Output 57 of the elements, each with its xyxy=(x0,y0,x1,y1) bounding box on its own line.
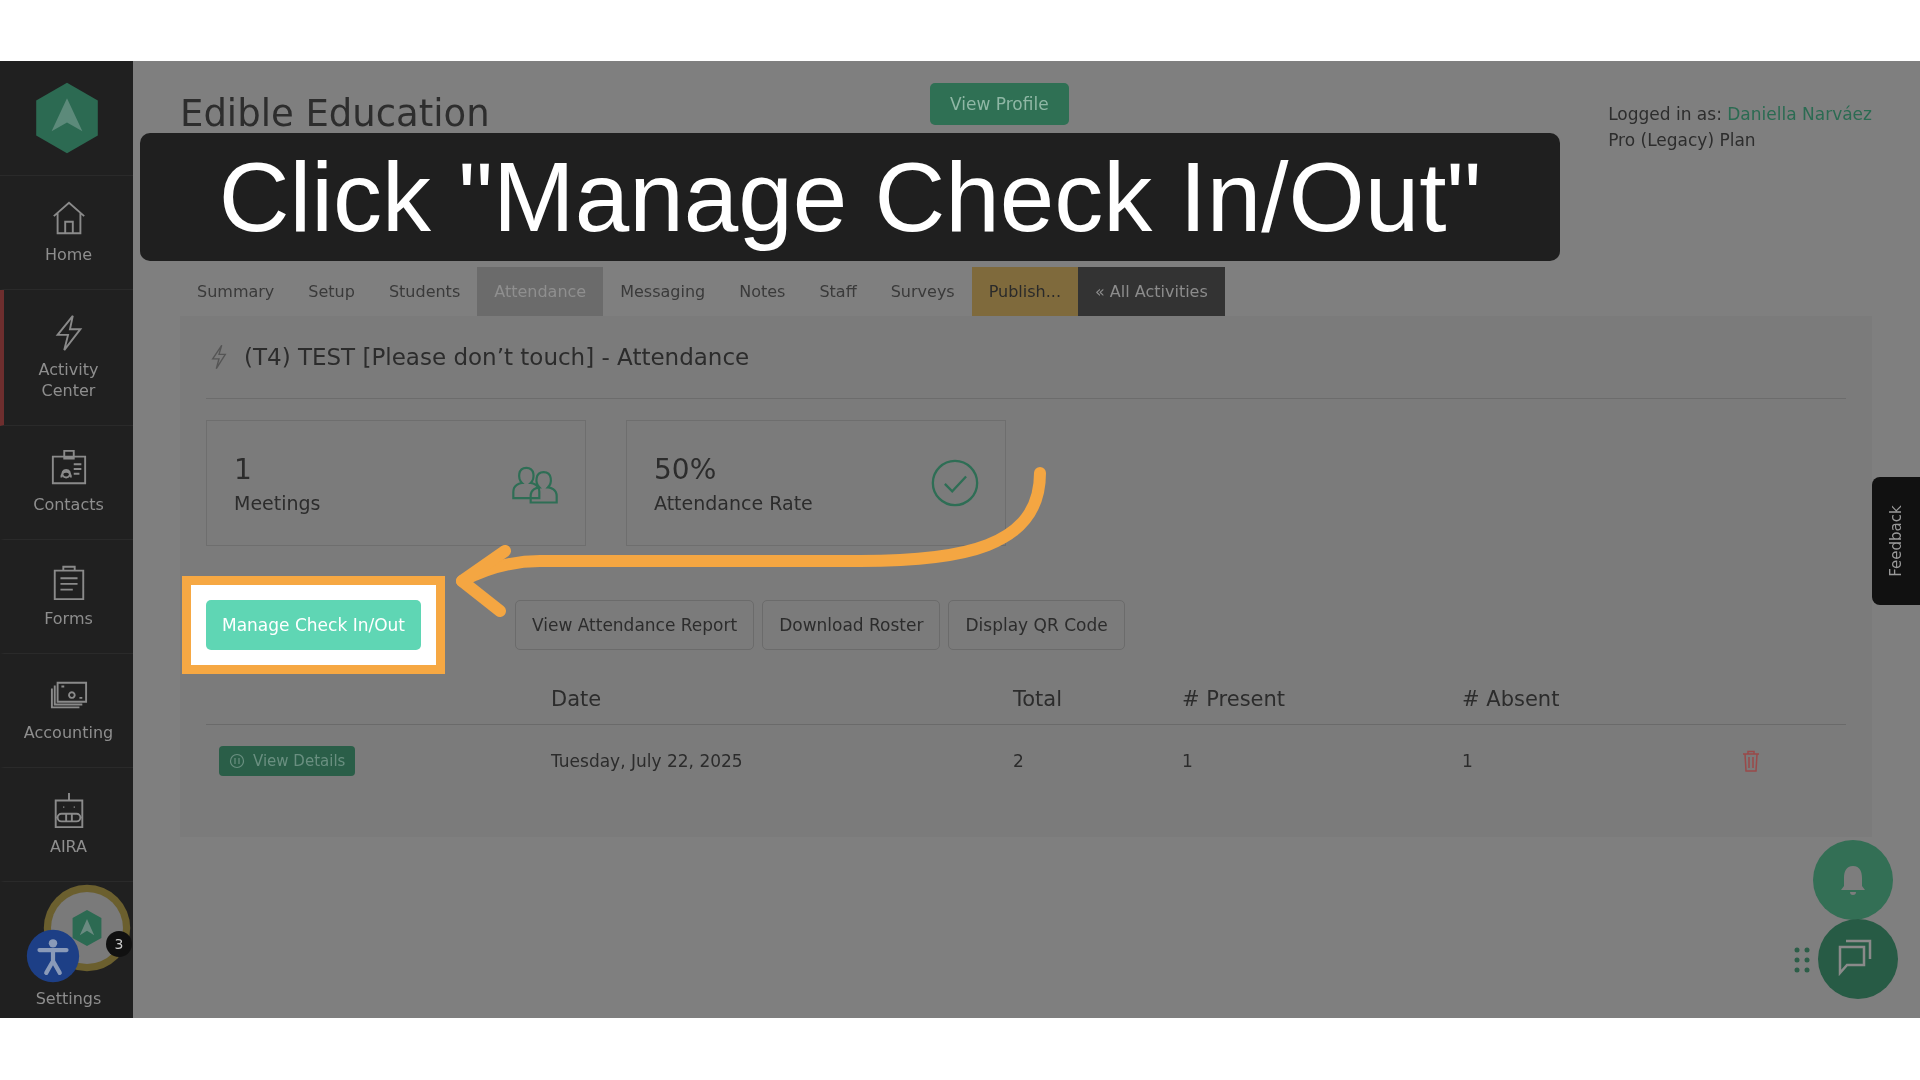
caption-text: Click "Manage Check In/Out" xyxy=(218,140,1482,254)
tab[interactable]: Notes xyxy=(722,267,803,316)
action-button[interactable]: Display QR Code xyxy=(948,600,1125,650)
check-circle-icon xyxy=(929,459,981,507)
sidebar-label: AIRA xyxy=(48,837,89,858)
stat-value: 1 xyxy=(234,452,253,486)
column-header: # Present xyxy=(1182,687,1287,711)
trash-icon[interactable] xyxy=(1742,750,1760,772)
plan-text: Pro (Legacy) Plan xyxy=(1608,129,1757,152)
sidebar-label: Contacts xyxy=(32,495,105,516)
bell-button-icon[interactable] xyxy=(1811,838,1895,922)
sidebar-item[interactable]: Forms xyxy=(0,540,133,654)
tab[interactable]: « All Activities xyxy=(1078,267,1225,316)
sidebar-item[interactable]: Accounting xyxy=(0,654,133,768)
tab[interactable]: Summary xyxy=(180,267,292,316)
tab[interactable]: Publish... xyxy=(971,267,1078,316)
logged-in-text: Logged in as: Daniella Narváez xyxy=(1608,103,1872,126)
stat-value: 50% xyxy=(654,452,718,486)
view-profile-button[interactable]: View Profile xyxy=(930,83,1069,125)
tab[interactable]: Staff xyxy=(802,267,874,316)
tab[interactable]: Setup xyxy=(291,267,372,316)
chat-button-icon[interactable] xyxy=(1816,917,1900,1001)
grip-icon[interactable] xyxy=(1794,947,1810,973)
sidebar-item[interactable]: Settings xyxy=(0,985,133,1018)
stat-label: Meetings xyxy=(234,491,321,514)
stat-label: Attendance Rate xyxy=(654,491,813,514)
lightning-icon xyxy=(210,344,228,370)
accessibility-icon[interactable] xyxy=(26,929,80,983)
sidebar-label: Settings xyxy=(34,989,103,1010)
sidebar-label: Home xyxy=(43,245,94,266)
sidebar-item[interactable]: Contacts xyxy=(0,426,133,540)
sidebar-label: Activity Center xyxy=(37,359,100,402)
activity-title: (T4) TEST [Please don’t touch] - Attendance xyxy=(244,344,750,370)
table-cell-text: Tuesday, July 22, 2025 xyxy=(551,751,744,771)
action-button[interactable]: Manage Check In/Out xyxy=(206,600,421,650)
column-header: Total xyxy=(1013,687,1064,711)
sidebar-item[interactable]: Activity Center xyxy=(0,290,133,426)
action-button[interactable]: View Attendance Report xyxy=(514,600,755,650)
view-details-button[interactable]: View Details xyxy=(219,746,356,776)
feedback-tab[interactable]: Feedback xyxy=(1872,477,1920,605)
tab[interactable]: Students xyxy=(371,267,478,316)
tab[interactable]: Surveys xyxy=(873,267,972,316)
feedback-label: Feedback xyxy=(1887,505,1905,577)
column-header: Date xyxy=(551,687,603,711)
logo-icon[interactable] xyxy=(33,80,100,156)
sidebar-label: Accounting xyxy=(22,723,115,744)
table-cell-text: 1 xyxy=(1462,751,1474,771)
table-cell-text: 1 xyxy=(1182,751,1194,771)
sidebar-item[interactable]: Home xyxy=(0,176,133,290)
sidebar-label: Forms xyxy=(43,609,94,630)
tab[interactable]: Messaging xyxy=(603,267,723,316)
page-title: Edible Education xyxy=(180,95,491,132)
user-name-link[interactable]: Daniella Narváez xyxy=(1727,104,1872,124)
column-header: # Absent xyxy=(1462,687,1561,711)
action-button[interactable]: Download Roster xyxy=(762,600,941,650)
table-cell-text: 2 xyxy=(1013,751,1025,771)
sidebar-item[interactable]: AIRA xyxy=(0,768,133,882)
